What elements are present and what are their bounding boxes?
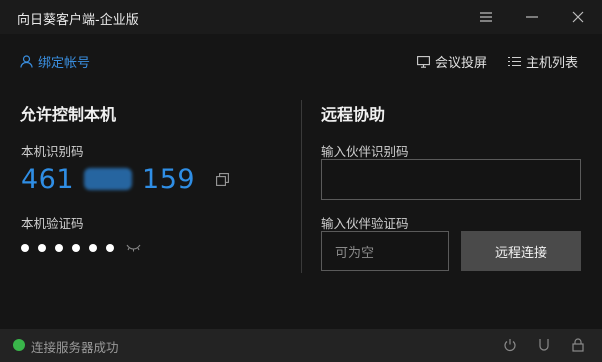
local-code-label: 本机验证码 xyxy=(21,216,84,231)
minimize-button[interactable] xyxy=(521,6,543,28)
list-icon xyxy=(508,56,521,67)
host-list-button[interactable]: 主机列表 xyxy=(508,52,578,71)
mask-dot xyxy=(106,244,114,252)
window-title: 向日葵客户端-企业版 xyxy=(17,13,139,28)
bind-account-label: 绑定帐号 xyxy=(38,56,91,71)
copy-icon[interactable] xyxy=(216,172,230,186)
local-id-label: 本机识别码 xyxy=(21,144,84,159)
mask-dot xyxy=(55,244,63,252)
lock-icon[interactable] xyxy=(571,338,585,352)
allow-control-heading: 允许控制本机 xyxy=(20,105,117,124)
status-indicator xyxy=(13,339,25,351)
power-icon[interactable] xyxy=(503,338,517,352)
magnet-icon[interactable] xyxy=(537,338,551,352)
user-icon xyxy=(20,55,33,68)
remote-connect-button[interactable]: 远程连接 xyxy=(461,231,581,271)
status-bar: 连接服务器成功 xyxy=(0,329,602,362)
close-icon xyxy=(572,11,584,23)
local-id: 461 159 xyxy=(21,163,230,195)
bind-account-link[interactable]: 绑定帐号 xyxy=(20,52,90,71)
partner-code-label: 输入伙伴验证码 xyxy=(321,216,409,231)
meeting-cast-button[interactable]: 会议投屏 xyxy=(417,52,487,71)
mask-dot xyxy=(72,244,80,252)
menu-icon xyxy=(480,12,492,22)
mask-dot xyxy=(89,244,97,252)
mask-dot xyxy=(38,244,46,252)
partner-code-input[interactable]: 可为空 xyxy=(321,231,449,271)
local-id-suffix: 159 xyxy=(142,163,196,195)
monitor-icon xyxy=(417,55,430,68)
title-bar: 向日葵客户端-企业版 xyxy=(0,0,602,34)
app-window: 向日葵客户端-企业版 绑定帐号 会议投屏 主机列表 允许控制本机 本机识别码 4… xyxy=(0,0,602,362)
partner-id-label: 输入伙伴识别码 xyxy=(321,144,409,159)
partner-id-input[interactable] xyxy=(321,159,581,200)
hidden-eye-icon[interactable] xyxy=(126,244,141,252)
local-id-prefix: 461 xyxy=(21,163,75,195)
host-list-label: 主机列表 xyxy=(526,56,579,71)
partner-code-placeholder: 可为空 xyxy=(335,245,375,261)
mask-dot xyxy=(21,244,29,252)
redacted-id-segment xyxy=(84,168,133,190)
remote-assist-heading: 远程协助 xyxy=(321,105,386,124)
minimize-icon xyxy=(526,16,538,18)
meeting-cast-label: 会议投屏 xyxy=(435,56,488,71)
close-button[interactable] xyxy=(567,6,589,28)
panel-divider xyxy=(301,100,302,273)
local-code-masked xyxy=(21,244,141,252)
status-text: 连接服务器成功 xyxy=(31,340,119,355)
menu-button[interactable] xyxy=(475,6,497,28)
